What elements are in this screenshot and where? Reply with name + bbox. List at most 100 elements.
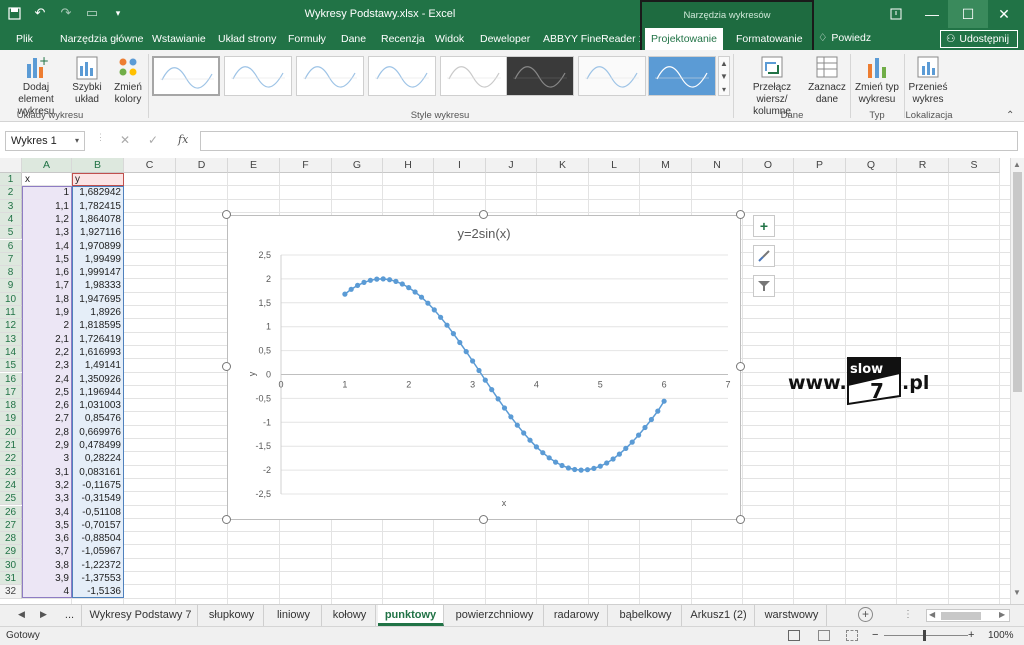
cell-y[interactable]: 1,818595: [72, 319, 124, 332]
cancel-icon[interactable]: ✕: [120, 133, 130, 147]
data-point[interactable]: [521, 430, 527, 436]
cell-y[interactable]: 1,49141: [72, 359, 124, 372]
data-point[interactable]: [508, 414, 514, 420]
resize-handle[interactable]: [222, 210, 231, 219]
column-header[interactable]: P: [794, 158, 846, 173]
new-sheet-icon[interactable]: +: [858, 607, 873, 622]
sheet-tab[interactable]: Wykresy Podstawy 7: [84, 605, 198, 626]
cell-x[interactable]: 1,9: [22, 306, 72, 319]
prev-sheet-icon[interactable]: ◀: [18, 609, 25, 620]
data-point[interactable]: [565, 465, 571, 471]
sheet-tab[interactable]: punktowy: [378, 605, 444, 626]
cell-y[interactable]: -0,51108: [72, 506, 124, 519]
sheet-tab[interactable]: słupkowy: [200, 605, 264, 626]
data-point[interactable]: [642, 424, 648, 431]
row-header[interactable]: 20: [0, 425, 22, 439]
column-header[interactable]: S: [949, 158, 1000, 173]
row-header[interactable]: 3: [0, 199, 22, 213]
row-header[interactable]: 21: [0, 439, 22, 453]
sheet-tab[interactable]: radarowy: [546, 605, 608, 626]
cell-y[interactable]: 1,616993: [72, 346, 124, 359]
cell-y[interactable]: 1,947695: [72, 293, 124, 306]
data-point[interactable]: [463, 349, 469, 355]
resize-handle[interactable]: [479, 515, 488, 524]
data-point[interactable]: [418, 294, 425, 300]
row-header[interactable]: 5: [0, 226, 22, 240]
quick-layout-button[interactable]: Szybki układ: [68, 54, 106, 106]
resize-handle[interactable]: [736, 515, 745, 524]
column-header[interactable]: A: [22, 158, 72, 173]
more-sheets-button[interactable]: ...: [58, 605, 82, 626]
normal-view-icon[interactable]: [788, 630, 800, 641]
data-point[interactable]: [425, 300, 431, 306]
cell-y[interactable]: -0,11675: [72, 479, 124, 492]
cell-y[interactable]: -0,88504: [72, 532, 124, 545]
data-point[interactable]: [470, 358, 476, 364]
column-header[interactable]: J: [486, 158, 537, 173]
column-header[interactable]: R: [897, 158, 949, 173]
data-point[interactable]: [438, 314, 444, 320]
data-point[interactable]: [387, 277, 393, 283]
row-header[interactable]: 7: [0, 252, 22, 267]
data-point[interactable]: [444, 322, 450, 328]
column-header[interactable]: M: [640, 158, 692, 173]
zoom-level[interactable]: 100%: [988, 630, 1014, 641]
data-point[interactable]: [361, 279, 367, 285]
vertical-scrollbar[interactable]: ▲ ▼: [1010, 158, 1024, 604]
cell-y[interactable]: 1,970899: [72, 240, 124, 253]
data-point[interactable]: [527, 437, 533, 443]
data-point[interactable]: [655, 408, 661, 414]
column-header[interactable]: I: [434, 158, 486, 173]
cell-x[interactable]: 3,2: [22, 479, 72, 492]
tab-developer[interactable]: Deweloper: [474, 28, 536, 50]
cell-x[interactable]: 3,6: [22, 532, 72, 545]
switch-row-column-button[interactable]: Przełącz wiersz/ kolumnę: [736, 54, 808, 118]
row-header[interactable]: 22: [0, 452, 22, 466]
data-point[interactable]: [431, 307, 437, 313]
data-point[interactable]: [572, 466, 578, 473]
data-point[interactable]: [540, 450, 546, 456]
data-point[interactable]: [578, 467, 584, 473]
name-box-dropdown-icon[interactable]: ▾: [75, 136, 79, 145]
cell-y[interactable]: 0,85476: [72, 412, 124, 425]
tab-data[interactable]: Dane: [335, 28, 372, 50]
tab-page-layout[interactable]: Układ strony: [212, 28, 282, 50]
data-point[interactable]: [495, 396, 501, 402]
data-point[interactable]: [399, 281, 405, 287]
cell-x[interactable]: 2,7: [22, 412, 72, 425]
data-point[interactable]: [380, 276, 386, 282]
column-header[interactable]: E: [228, 158, 280, 173]
data-point[interactable]: [501, 405, 508, 411]
row-header[interactable]: 32: [0, 585, 22, 599]
tell-me[interactable]: ♢ Powiedz: [818, 32, 871, 44]
resize-handle[interactable]: [222, 362, 231, 371]
data-point[interactable]: [553, 459, 559, 465]
data-point[interactable]: [597, 463, 603, 469]
cell-x[interactable]: 2,2: [22, 346, 72, 359]
data-point[interactable]: [355, 282, 361, 288]
row-header[interactable]: 16: [0, 372, 22, 386]
cell-x[interactable]: 1,4: [22, 240, 72, 253]
cell-x[interactable]: 3,8: [22, 559, 72, 572]
data-point[interactable]: [489, 387, 495, 393]
cell-y[interactable]: -1,22372: [72, 559, 124, 572]
column-header[interactable]: L: [589, 158, 640, 173]
chart-filter-icon[interactable]: [753, 275, 775, 297]
column-header[interactable]: G: [332, 158, 383, 173]
row-header[interactable]: 6: [0, 239, 22, 253]
name-box[interactable]: Wykres 1: [5, 131, 85, 151]
cell-y[interactable]: 1,864078: [72, 213, 124, 226]
cell-x[interactable]: 2,4: [22, 373, 72, 386]
cell-y[interactable]: 0,28224: [72, 452, 124, 465]
tab-home[interactable]: Narzędzia główne: [54, 28, 149, 50]
data-point[interactable]: [584, 467, 591, 473]
cell-y[interactable]: -1,05967: [72, 545, 124, 558]
cell-x[interactable]: 1,6: [22, 266, 72, 279]
x-axis-title[interactable]: x: [502, 498, 507, 508]
data-point[interactable]: [546, 455, 552, 461]
chart-style-thumbnail[interactable]: [368, 56, 436, 96]
data-point[interactable]: [406, 285, 412, 291]
resize-handle[interactable]: [479, 210, 488, 219]
row-header[interactable]: 29: [0, 545, 22, 559]
data-point[interactable]: [457, 339, 463, 346]
